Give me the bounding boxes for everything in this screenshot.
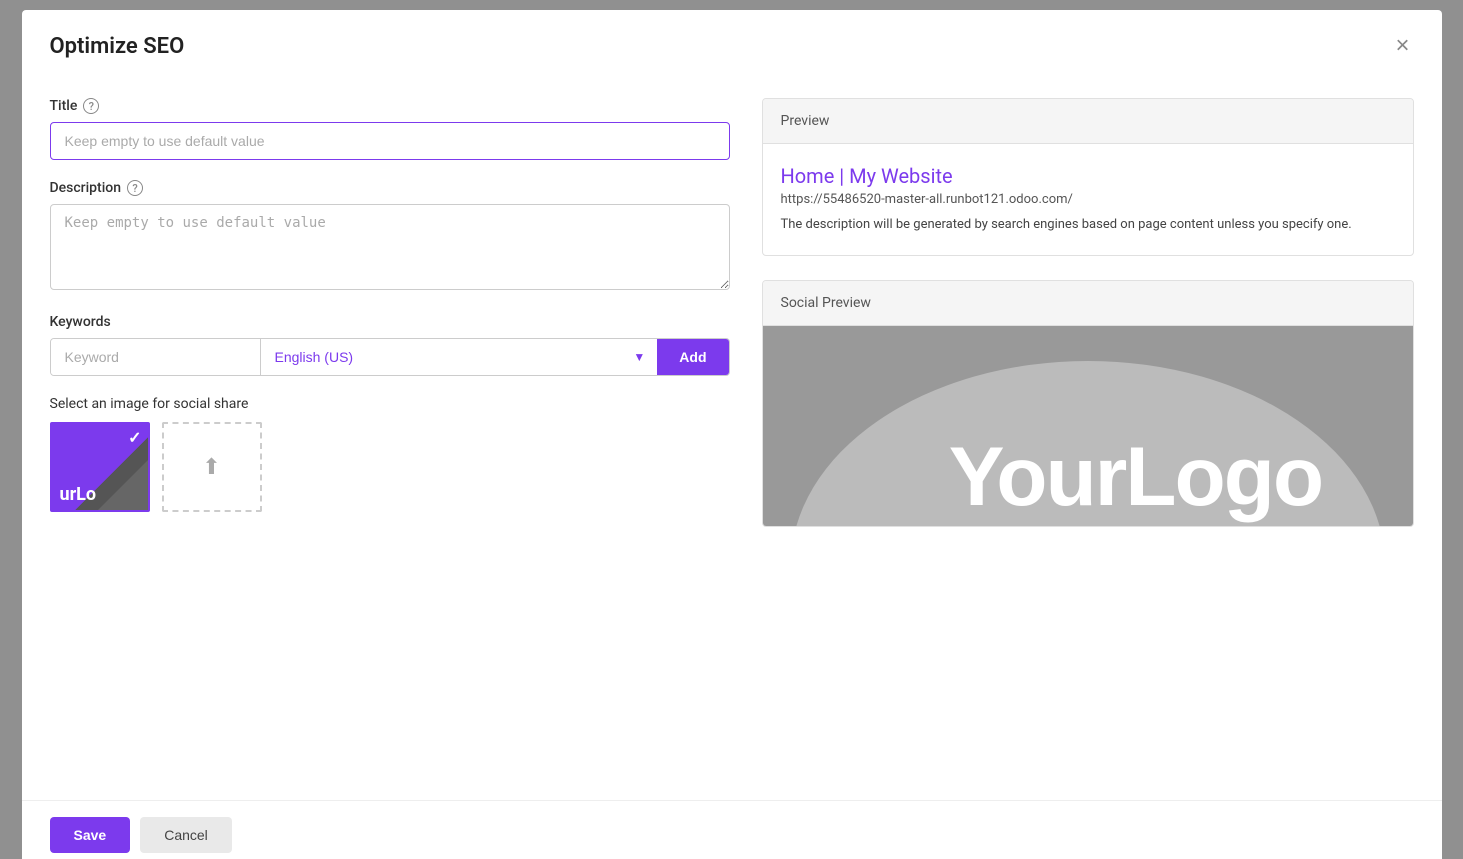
image-row: urLo ✓ ⬆ <box>50 422 730 512</box>
social-image-group: Select an image for social share urLo ✓ <box>50 396 730 512</box>
optimize-seo-dialog: Optimize SEO × Title ? Description <box>22 10 1442 859</box>
preview-section: Preview Home | My Website https://554865… <box>762 98 1414 256</box>
social-logo-background: YourLogo <box>763 326 1413 526</box>
title-help-icon: ? <box>83 98 99 114</box>
upload-image-box[interactable]: ⬆ <box>162 422 262 512</box>
selected-image-thumb[interactable]: urLo ✓ <box>50 422 150 512</box>
social-logo-svg: YourLogo <box>763 326 1413 526</box>
thumb-inner: urLo ✓ <box>52 424 148 510</box>
preview-page-title: Home | My Website <box>781 164 1395 188</box>
language-select[interactable]: English (US) <box>261 339 658 375</box>
description-label: Description ? <box>50 180 730 196</box>
description-input[interactable] <box>50 204 730 290</box>
keywords-field-group: Keywords English (US) ▼ Add <box>50 314 730 376</box>
dialog-footer: Save Cancel <box>22 800 1442 859</box>
title-field-group: Title ? <box>50 98 730 160</box>
preview-description: The description will be generated by sea… <box>781 215 1395 235</box>
dialog-overlay: Optimize SEO × Title ? Description <box>0 0 1463 859</box>
social-preview-section: Social Preview YourLogo <box>762 280 1414 527</box>
language-select-wrapper: English (US) ▼ <box>260 339 658 375</box>
preview-body: Home | My Website https://55486520-maste… <box>763 144 1413 255</box>
dialog-body: Title ? Description ? Keywords <box>22 78 1442 800</box>
title-label: Title ? <box>50 98 730 114</box>
preview-url: https://55486520-master-all.runbot121.od… <box>781 192 1395 207</box>
svg-text:YourLogo: YourLogo <box>948 428 1321 522</box>
description-help-icon: ? <box>127 180 143 196</box>
description-field-group: Description ? <box>50 180 730 294</box>
upload-icon: ⬆ <box>202 455 220 480</box>
right-panel: Preview Home | My Website https://554865… <box>762 98 1414 800</box>
dialog-header: Optimize SEO × <box>22 10 1442 78</box>
social-preview-image: YourLogo <box>763 326 1413 526</box>
social-image-label: Select an image for social share <box>50 396 730 412</box>
save-button[interactable]: Save <box>50 817 131 853</box>
keyword-input[interactable] <box>51 339 260 375</box>
title-input[interactable] <box>50 122 730 160</box>
dialog-title: Optimize SEO <box>50 34 185 59</box>
add-keyword-button[interactable]: Add <box>657 339 728 375</box>
thumb-triangle <box>98 460 148 510</box>
thumb-text: urLo <box>60 486 97 504</box>
keywords-label: Keywords <box>50 314 730 330</box>
preview-header: Preview <box>763 99 1413 144</box>
social-preview-header: Social Preview <box>763 281 1413 326</box>
close-button[interactable]: × <box>1391 30 1413 62</box>
cancel-button[interactable]: Cancel <box>140 817 232 853</box>
keywords-row: English (US) ▼ Add <box>50 338 730 376</box>
left-panel: Title ? Description ? Keywords <box>50 98 730 800</box>
checkmark-icon: ✓ <box>128 428 141 447</box>
